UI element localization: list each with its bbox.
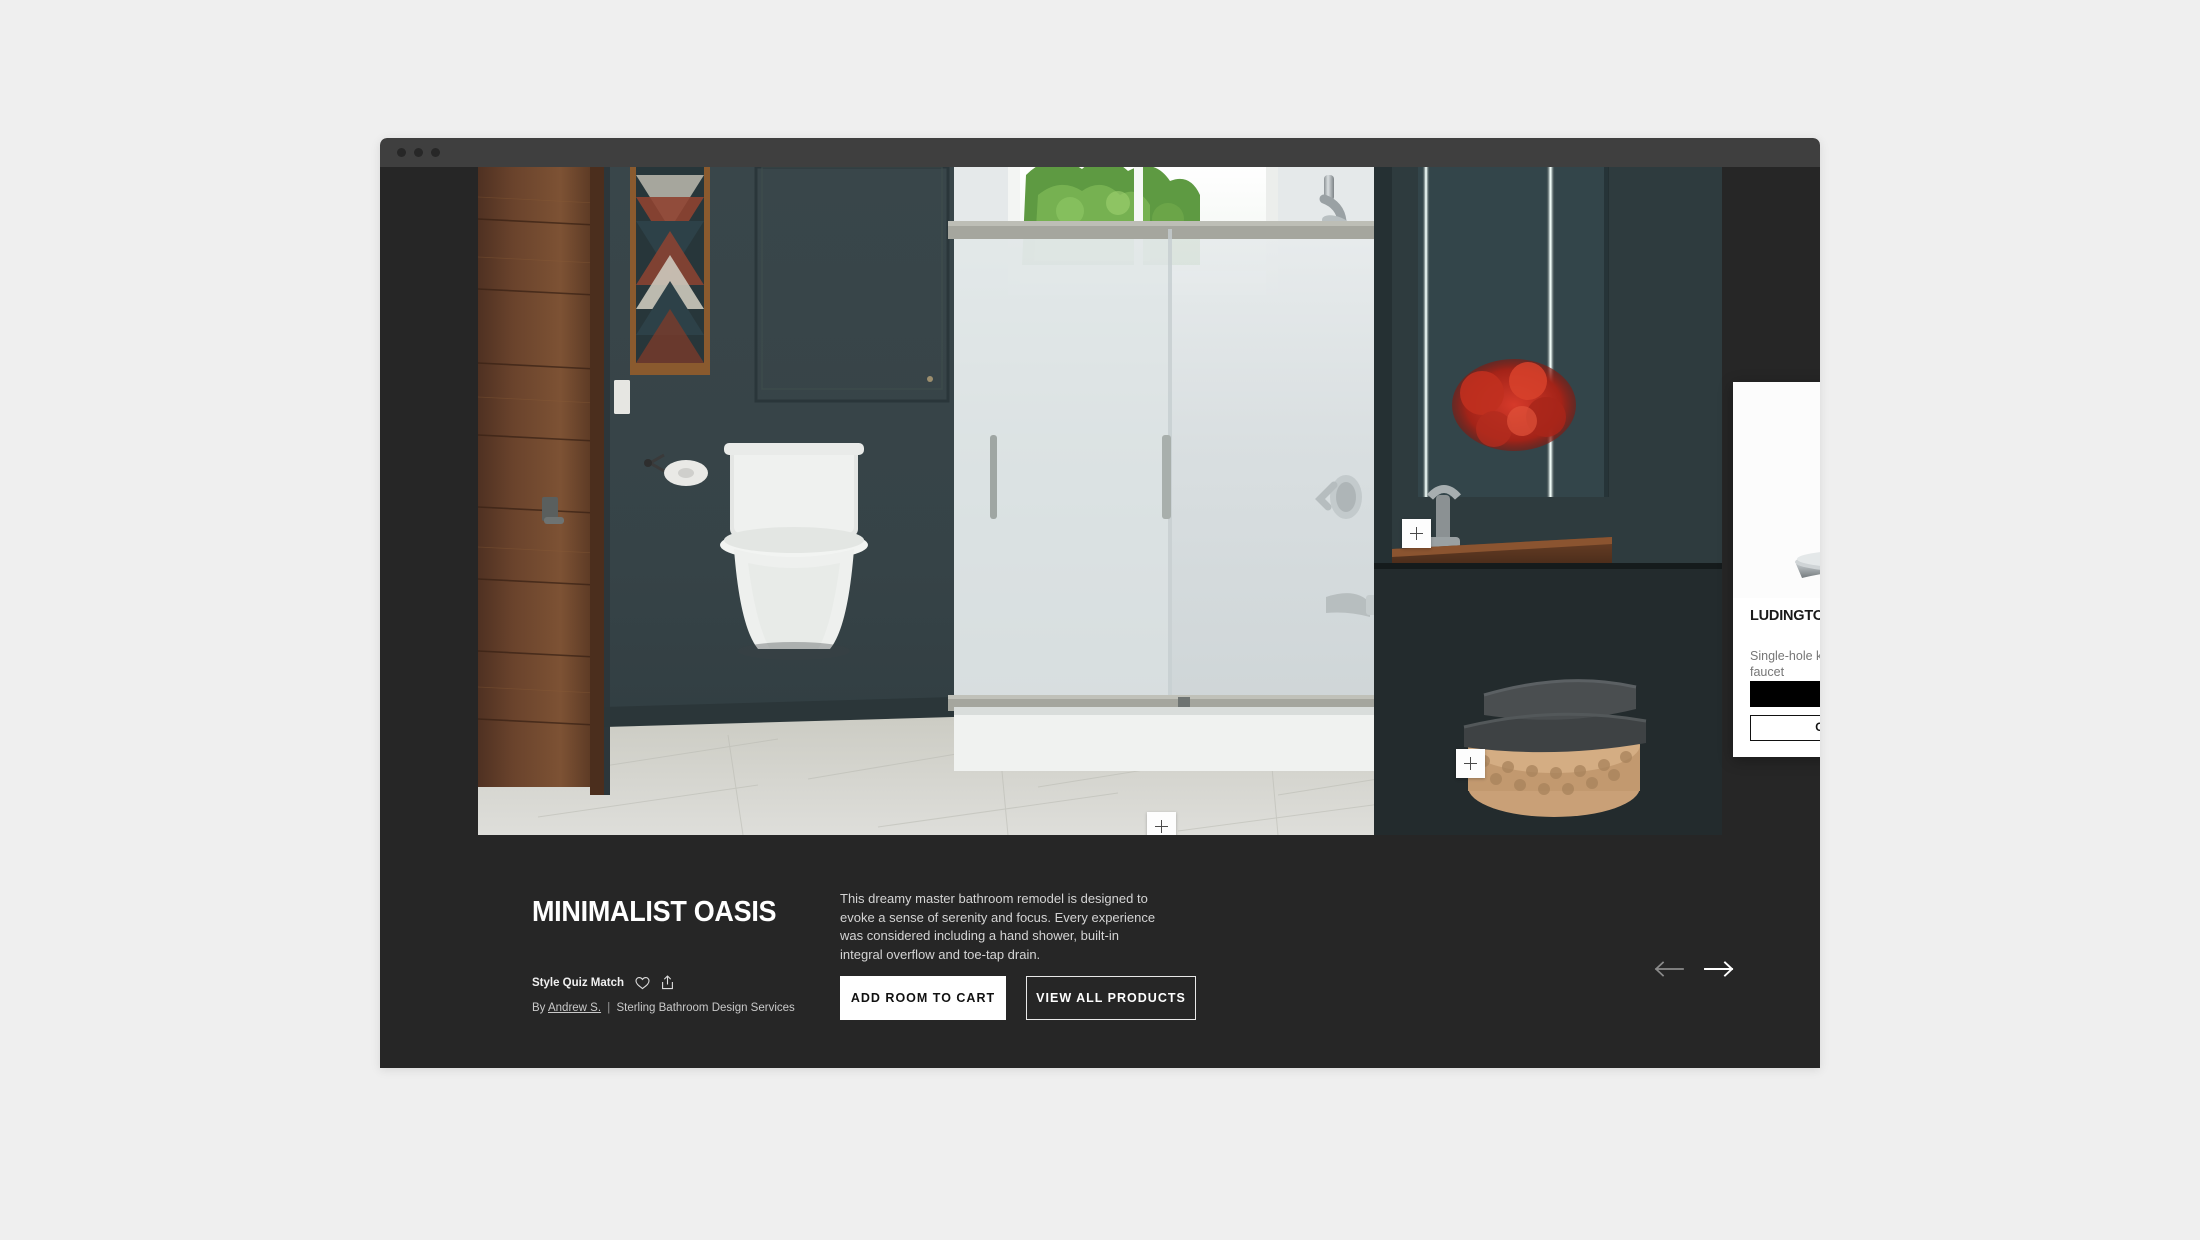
product-name-price-row: LUDINGTON™ $185.00 $225.00 [1750,608,1820,641]
shower-door-hotspot[interactable] [1402,519,1431,548]
order-sample-button[interactable]: ORDER SAMPLE [1750,715,1820,741]
heart-icon [635,976,650,989]
carousel-navigation [1654,961,1734,977]
byline-prefix: By [532,1002,546,1014]
room-description: This dreamy master bathroom remodel is d… [840,891,1156,962]
add-to-cart-button[interactable]: ADD TO CART [1750,681,1820,707]
arrow-right-icon [1704,961,1734,977]
share-button[interactable] [661,975,674,990]
style-quiz-badge: Style Quiz Match [532,976,625,989]
product-description: Single-hole kitchen sink faucet [1750,649,1820,680]
product-image [1733,382,1820,598]
tub-hotspot[interactable] [1456,749,1485,778]
room-scene-image[interactable] [478,167,1722,835]
cta-row: ADD ROOM TO CART VIEW ALL PRODUCTS [840,976,1196,1020]
browser-window: LUDINGTON™ $185.00 $225.00 Single-hole k… [380,138,1820,1068]
byline: By Andrew S. | Sterling Bathroom Design … [532,1002,795,1014]
traffic-lights [397,148,440,157]
room-info-panel: MINIMALIST OASIS Style Quiz Match By And… [380,835,1820,1068]
next-room-button[interactable] [1704,961,1734,977]
close-window-dot[interactable] [397,148,406,157]
product-actions: ADD TO CART ORDER SAMPLE [1733,681,1820,757]
page-title: MINIMALIST OASIS [532,896,777,928]
product-popup-card: LUDINGTON™ $185.00 $225.00 Single-hole k… [1733,382,1820,757]
product-details: LUDINGTON™ $185.00 $225.00 Single-hole k… [1733,598,1820,681]
arrow-left-icon [1654,961,1684,977]
room-illustration [478,167,1722,835]
byline-separator: | [607,1002,611,1014]
add-room-to-cart-button[interactable]: ADD ROOM TO CART [840,976,1006,1020]
faucet-illustration [1795,552,1820,578]
product-name: LUDINGTON™ [1750,608,1820,624]
previous-room-button[interactable] [1654,961,1684,977]
maximize-window-dot[interactable] [431,148,440,157]
meta-row: Style Quiz Match [532,975,674,990]
byline-company: Sterling Bathroom Design Services [616,1002,795,1014]
byline-author-link[interactable]: Andrew S. [548,1002,601,1014]
minimize-window-dot[interactable] [414,148,423,157]
browser-viewport: LUDINGTON™ $185.00 $225.00 Single-hole k… [380,167,1820,1068]
share-icon [662,975,673,990]
favorite-button[interactable] [635,976,650,990]
browser-titlebar [380,138,1820,167]
view-all-products-button[interactable]: VIEW ALL PRODUCTS [1026,976,1196,1020]
